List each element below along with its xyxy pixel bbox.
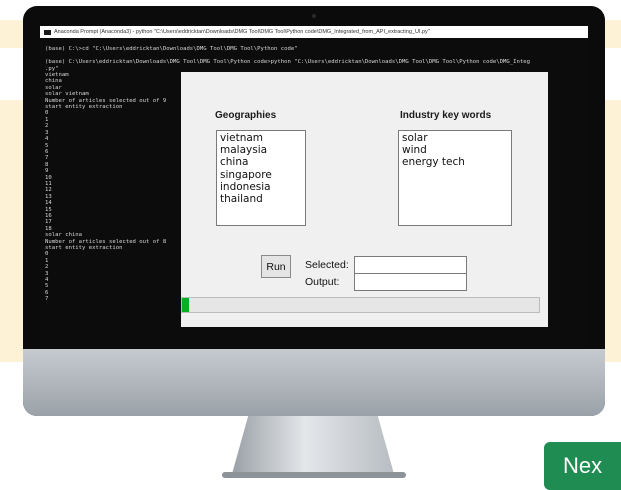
industry-keyword-item[interactable]: energy tech [402, 156, 508, 168]
terminal-titlebar[interactable]: Anaconda Prompt (Anaconda3) - python "C:… [40, 26, 588, 38]
selected-label: Selected: [305, 259, 349, 271]
industry-keywords-listbox[interactable]: solar wind energy tech [398, 130, 512, 226]
geography-item[interactable]: malaysia [220, 144, 302, 156]
industry-keyword-item[interactable]: solar [402, 132, 508, 144]
progress-bar [181, 297, 540, 313]
industry-keywords-label: Industry key words [400, 110, 492, 121]
geography-item[interactable]: china [220, 156, 302, 168]
output-field[interactable] [354, 273, 467, 291]
run-button[interactable]: Run [261, 255, 291, 278]
geography-item[interactable]: singapore [220, 169, 302, 181]
selected-field[interactable] [354, 256, 467, 274]
monitor-chin [23, 349, 605, 416]
monitor-stand-base [222, 472, 406, 478]
camera-icon [312, 14, 316, 18]
geography-item[interactable]: thailand [220, 193, 302, 205]
next-button[interactable]: Nex [544, 442, 621, 490]
geography-item[interactable]: indonesia [220, 181, 302, 193]
progress-bar-fill [182, 298, 190, 312]
geographies-label: Geographies [215, 110, 277, 121]
monitor-stand [232, 416, 394, 474]
app-window: Geographies Industry key words vietnam ma… [181, 72, 548, 327]
industry-keyword-item[interactable]: wind [402, 144, 508, 156]
terminal-icon [44, 29, 51, 35]
geographies-listbox[interactable]: vietnam malaysia china singapore indonesia th… [216, 130, 306, 226]
geography-item[interactable]: vietnam [220, 132, 302, 144]
output-label: Output: [305, 276, 340, 288]
terminal-title: Anaconda Prompt (Anaconda3) - python "C:… [54, 29, 430, 35]
terminal-line: (base) C:\Users\eddricktan\Downloads\DMG… [45, 59, 530, 66]
